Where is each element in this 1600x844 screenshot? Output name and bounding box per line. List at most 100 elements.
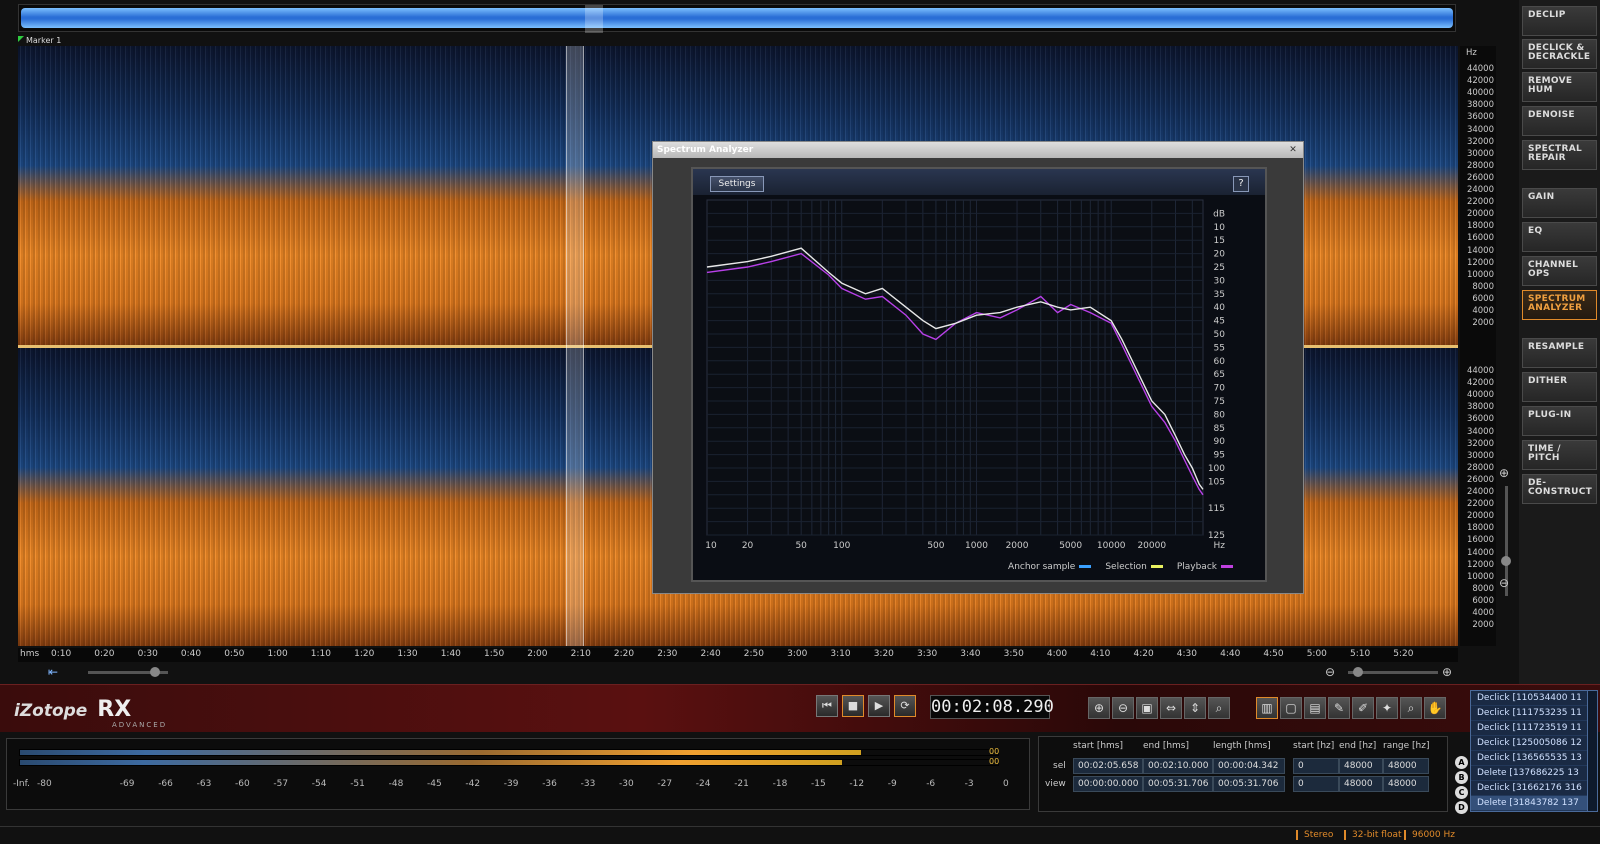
y-tick-label: 115: [1208, 504, 1225, 514]
hand-tool-icon[interactable]: ✋: [1424, 697, 1446, 719]
marker-flag-icon[interactable]: [18, 36, 24, 42]
zoom-full-icon[interactable]: ⌕: [1208, 697, 1230, 719]
rewind-button[interactable]: ⏮: [816, 695, 838, 717]
marker-label[interactable]: Marker 1: [26, 36, 61, 45]
hz-tick-label: 32000: [1466, 136, 1494, 147]
module-button-spectrum-analyzer[interactable]: SPECTRUM ANALYZER: [1522, 290, 1597, 320]
history-item[interactable]: Delete [31843782 137: [1471, 796, 1597, 811]
module-button-gain[interactable]: GAIN: [1522, 188, 1597, 218]
zoom-horizontal-icon[interactable]: ⇔: [1160, 697, 1182, 719]
time-tick-label: 1:50: [484, 649, 505, 659]
time-zoom-knob[interactable]: [150, 667, 160, 677]
time-ruler[interactable]: hms 0:10 0:20 0:30 0:40 0:50 1:00 1:10 1:20 1:30…: [18, 648, 1458, 662]
history-item[interactable]: Declick [31662176 316: [1471, 781, 1597, 796]
time-tick-label: 3:30: [917, 649, 938, 659]
time-tick-label: 4:30: [1176, 649, 1198, 659]
lasso-tool-icon[interactable]: ✎: [1328, 697, 1350, 719]
compare-button-b[interactable]: B: [1455, 771, 1468, 784]
play-selection-button[interactable]: ▶: [868, 695, 890, 717]
help-button[interactable]: ?: [1233, 176, 1249, 192]
vertical-zoom-out-icon[interactable]: ⊖: [1499, 576, 1509, 590]
view-length-field[interactable]: 00:05:31.706: [1213, 776, 1285, 792]
module-button-spectral-repair[interactable]: SPECTRAL REPAIR: [1522, 140, 1597, 170]
settings-button[interactable]: Settings: [710, 176, 764, 192]
magnify-tool-icon[interactable]: ⌕: [1400, 697, 1422, 719]
view-range-hz-field[interactable]: 48000: [1383, 776, 1429, 792]
sel-length-field[interactable]: 00:00:04.342: [1213, 758, 1285, 774]
vertical-zoom-knob[interactable]: [1501, 556, 1511, 566]
hz-tick-label: 38000: [1466, 100, 1494, 111]
time-tick-label: 3:10: [830, 649, 851, 659]
module-button-resample[interactable]: RESAMPLE: [1522, 338, 1597, 368]
y-tick-label: 105: [1208, 477, 1225, 487]
zoom-fit-icon[interactable]: ⇤: [48, 665, 58, 679]
module-button-time-pitch[interactable]: TIME / PITCH: [1522, 440, 1597, 470]
hz-tick-label: 8000: [1472, 281, 1494, 292]
meter-tick-label: -24: [695, 779, 711, 789]
time-tick-label: 3:00: [787, 649, 808, 659]
time-select-tool-icon[interactable]: ▥: [1256, 697, 1278, 719]
module-button-declip[interactable]: DECLIP: [1522, 6, 1597, 36]
module-button-plug-in[interactable]: PLUG-IN: [1522, 406, 1597, 436]
meter-tick-label: -57: [273, 779, 289, 789]
history-scrollbar[interactable]: [1587, 691, 1597, 811]
meter-tick-label: -54: [311, 779, 327, 789]
history-item[interactable]: Declick [110534400 11: [1471, 691, 1597, 706]
stop-button[interactable]: ■: [842, 695, 864, 717]
meter-tick-label: -45: [427, 779, 442, 789]
history-item[interactable]: Delete [137686225 13: [1471, 766, 1597, 781]
sel-start-field[interactable]: 00:02:05.658: [1073, 758, 1143, 774]
hz-tick-label: 2000: [1472, 318, 1494, 329]
module-button-eq[interactable]: EQ: [1522, 222, 1597, 252]
freq-zoom-knob[interactable]: [1353, 667, 1363, 677]
vertical-zoom-in-icon[interactable]: ⊕: [1499, 466, 1509, 480]
y-tick-label: 85: [1214, 424, 1225, 434]
view-end-hz-field[interactable]: 48000: [1339, 776, 1383, 792]
sel-end-field[interactable]: 00:02:10.000: [1143, 758, 1213, 774]
zoom-selection-icon[interactable]: ▣: [1136, 697, 1158, 719]
level-meter: 00 00 -Inf. -80 -69 -66 -63 -60 -57 -54 -51 -48 -4…: [6, 738, 1030, 810]
spectrum-chart[interactable]: 10 20 50 100 500 1000 2000 5000 10000 20000 10 15 20…: [693, 195, 1265, 580]
overview-view-window[interactable]: [585, 5, 603, 33]
history-item[interactable]: Declick [136565535 13: [1471, 751, 1597, 766]
compare-button-a[interactable]: A: [1455, 756, 1468, 769]
x-unit-label: Hz: [1214, 541, 1226, 551]
freq-select-tool-icon[interactable]: ▤: [1304, 697, 1326, 719]
view-start-hz-field[interactable]: 0: [1293, 776, 1339, 792]
history-item[interactable]: Declick [111723519 11: [1471, 721, 1597, 736]
status-bar: Stereo 32-bit float 96000 Hz: [0, 826, 1600, 844]
view-start-field[interactable]: 00:00:00.000: [1073, 776, 1143, 792]
zoom-vertical-icon[interactable]: ⇕: [1184, 697, 1206, 719]
spectrum-analyzer-titlebar[interactable]: Spectrum Analyzer ✕: [653, 142, 1303, 158]
rect-select-tool-icon[interactable]: ▢: [1280, 697, 1302, 719]
view-end-field[interactable]: 00:05:31.706: [1143, 776, 1213, 792]
zoom-out-tool-icon[interactable]: ⊖: [1112, 697, 1134, 719]
zoom-in-icon[interactable]: ⊕: [1442, 665, 1452, 679]
frequency-scale: Hz 44000 42000 40000 38000 36000 34000 32000 30…: [1460, 46, 1496, 646]
module-button-dither[interactable]: DITHER: [1522, 372, 1597, 402]
time-tick-label: 3:20: [873, 649, 894, 659]
magic-wand-icon[interactable]: ✦: [1376, 697, 1398, 719]
module-button-declick-decrackle[interactable]: DECLICK & DECRACKLE: [1522, 39, 1597, 69]
y-tick-label: 100: [1208, 464, 1225, 474]
history-item[interactable]: Declick [111753235 11: [1471, 706, 1597, 721]
module-button-denoise[interactable]: DENOISE: [1522, 106, 1597, 136]
waveform-overview[interactable]: [18, 4, 1456, 33]
loop-button[interactable]: ⟳: [894, 695, 916, 717]
time-selection[interactable]: [566, 46, 584, 646]
close-icon[interactable]: ✕: [1287, 144, 1299, 156]
module-button-de-construct[interactable]: DE-CONSTRUCT: [1522, 474, 1597, 504]
brush-tool-icon[interactable]: ✐: [1352, 697, 1374, 719]
module-button-remove-hum[interactable]: REMOVE HUM: [1522, 72, 1597, 102]
time-tick-label: 4:50: [1263, 649, 1284, 659]
meter-tick-label: -48: [388, 779, 404, 789]
zoom-in-tool-icon[interactable]: ⊕: [1088, 697, 1110, 719]
history-item[interactable]: Declick [125005086 12: [1471, 736, 1597, 751]
sel-range-hz-field[interactable]: 48000: [1383, 758, 1429, 774]
zoom-out-icon[interactable]: ⊖: [1325, 665, 1335, 679]
compare-button-c[interactable]: C: [1455, 786, 1468, 799]
sel-end-hz-field[interactable]: 48000: [1339, 758, 1383, 774]
compare-button-d[interactable]: D: [1455, 801, 1468, 814]
sel-start-hz-field[interactable]: 0: [1293, 758, 1339, 774]
module-button-channel-ops[interactable]: CHANNEL OPS: [1522, 256, 1597, 286]
